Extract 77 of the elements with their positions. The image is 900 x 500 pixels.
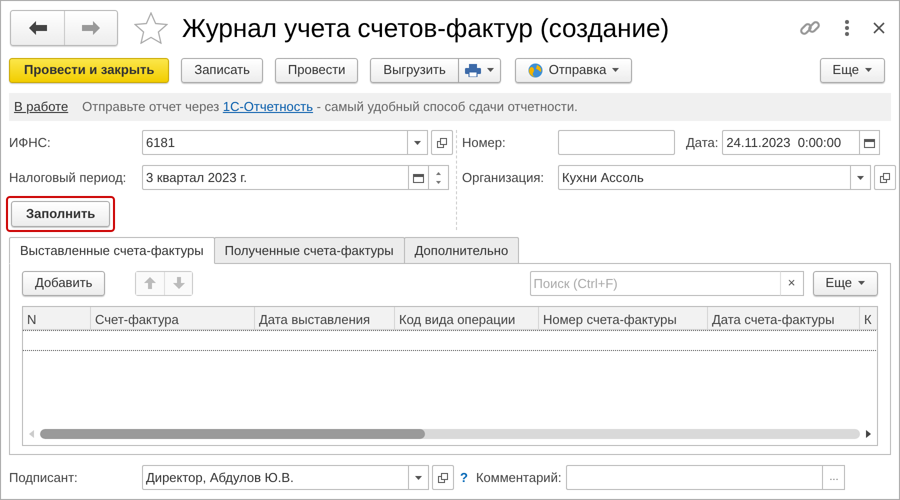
caret-icon <box>857 176 864 180</box>
fill-button[interactable]: Заполнить <box>11 201 110 227</box>
more-menu-button[interactable] <box>845 20 849 36</box>
add-button[interactable]: Добавить <box>22 270 106 296</box>
print-menu-button[interactable] <box>458 58 501 82</box>
open-button[interactable] <box>431 130 453 155</box>
caret-icon <box>415 476 422 480</box>
field-label: ИФНС: <box>9 134 52 152</box>
close-button[interactable] <box>873 22 885 34</box>
column-header[interactable]: Счет-фактура <box>91 307 255 329</box>
date-field[interactable]: 24.11.2023 0:00:00 <box>722 130 860 155</box>
clear-search-button[interactable]: × <box>780 270 804 296</box>
field-label: Организация: <box>462 168 546 187</box>
organization-field[interactable]: Кухни Ассоль <box>558 165 851 190</box>
field-label: Дата: <box>686 134 718 152</box>
info-message: Отправьте отчет через 1С-Отчетность - самый удобный способ сдачи отчетности. <box>82 98 578 116</box>
comment-field[interactable] <box>566 465 824 490</box>
caret-icon <box>486 68 494 72</box>
column-header[interactable]: Номер счета-фактуры <box>539 307 708 329</box>
window-title: Журнал учета счетов-фактур (создание) <box>182 12 670 44</box>
open-icon <box>880 172 890 182</box>
toolbar-button[interactable]: Провести <box>274 58 358 82</box>
dropdown-button[interactable] <box>408 465 429 490</box>
column-header[interactable]: Дата выставления <box>255 307 395 329</box>
up-arrow-icon <box>144 277 156 289</box>
tab[interactable]: Дополнительно <box>404 237 520 264</box>
number-field[interactable] <box>558 130 675 155</box>
ifns-field[interactable]: 6181 <box>142 130 408 155</box>
printer-icon <box>464 64 481 76</box>
send-menu-button[interactable]: Отправка <box>514 58 632 82</box>
field-label: Номер: <box>462 134 507 152</box>
scroll-left-icon <box>29 430 34 438</box>
more-button[interactable]: Еще <box>820 58 885 82</box>
open-button[interactable] <box>432 465 454 490</box>
status-link[interactable]: В работе <box>14 97 68 117</box>
scroll-right-icon <box>866 430 871 438</box>
spin-button[interactable] <box>428 165 449 190</box>
more-vertical-icon <box>845 20 849 36</box>
caret-icon <box>414 140 421 144</box>
caret-icon <box>865 68 872 72</box>
field-label: Налоговый период: <box>9 168 128 187</box>
tax-period-field[interactable]: 3 квартал 2023 г. <box>142 165 409 190</box>
select-button[interactable]: ... <box>822 465 846 490</box>
close-icon <box>873 22 885 34</box>
caret-icon <box>858 281 865 285</box>
dropdown-button[interactable] <box>407 130 428 155</box>
signer-field[interactable]: Директор, Абдулов Ю.В. <box>142 465 409 490</box>
export-button[interactable]: Выгрузить <box>370 58 459 82</box>
table-row[interactable] <box>23 330 877 351</box>
column-header[interactable]: Дата счета-фактуры <box>708 307 860 329</box>
calendar-button[interactable] <box>859 130 880 155</box>
tab[interactable]: Полученные счета-фактуры <box>214 237 405 264</box>
down-arrow-icon <box>172 277 185 289</box>
open-icon <box>438 472 448 482</box>
column-header[interactable]: Код вида операции <box>395 307 539 329</box>
field-label: Подписант: <box>9 468 79 487</box>
search-field[interactable]: Поиск (Ctrl+F) <box>530 270 781 296</box>
open-button[interactable] <box>874 165 896 190</box>
help-link[interactable]: ? <box>460 468 468 488</box>
forward-arrow-icon <box>82 21 100 35</box>
globe-icon <box>528 62 543 78</box>
post-and-close-button[interactable]: Провести и закрыть <box>9 58 170 82</box>
calendar-icon <box>864 138 876 148</box>
column-header[interactable]: N <box>23 307 91 329</box>
spin-arrows-icon <box>436 172 441 184</box>
back-arrow-icon <box>28 21 46 35</box>
toolbar-button[interactable]: Записать <box>181 58 263 82</box>
field-label: Комментарий: <box>476 468 562 487</box>
calendar-icon <box>413 172 424 182</box>
reporting-link[interactable]: 1С-Отчетность <box>222 99 314 114</box>
open-icon <box>437 138 447 148</box>
tab[interactable]: Выставленные счета-фактуры <box>9 237 215 264</box>
caret-icon <box>612 68 620 72</box>
dropdown-button[interactable] <box>850 165 871 190</box>
calendar-button[interactable] <box>408 165 429 190</box>
more-button[interactable]: Еще <box>812 270 878 296</box>
column-header[interactable]: К <box>860 307 877 329</box>
